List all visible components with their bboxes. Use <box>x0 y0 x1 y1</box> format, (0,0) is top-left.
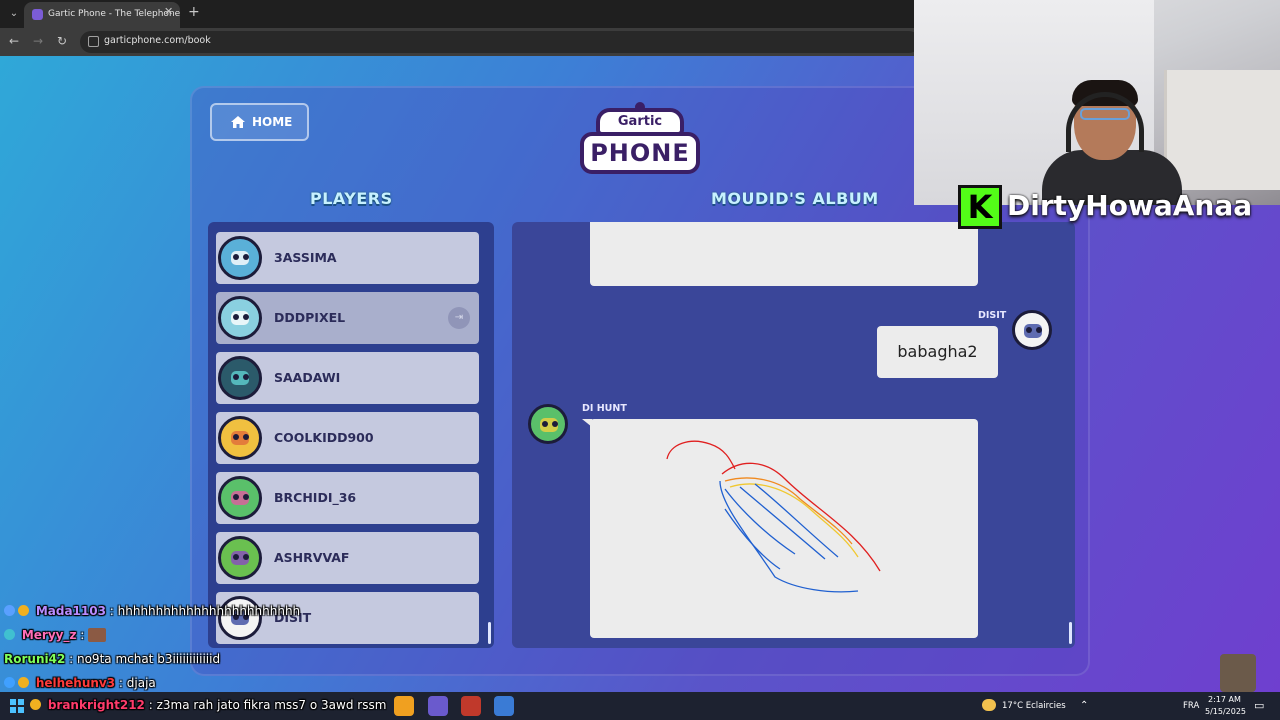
back-icon[interactable]: ← <box>6 34 22 48</box>
chat-text: : hhhhhhhhhhhhhhhhhhhhhhhh <box>105 604 301 618</box>
tray-chevron-icon[interactable]: ⌃ <box>1080 700 1088 711</box>
site-info-icon[interactable] <box>88 36 99 47</box>
guess-bubble: babagha2 <box>877 326 998 378</box>
chat-text: : <box>76 628 89 642</box>
chat-username: Roruni42 <box>4 652 66 666</box>
browser-tab[interactable]: Gartic Phone - The Telephone G <box>24 2 180 28</box>
player-name: BRCHIDI_36 <box>274 490 357 505</box>
gartic-phone-logo: Gartic PHONE <box>578 102 702 178</box>
player-avatar <box>218 356 262 400</box>
player-row: DISIT <box>216 592 479 644</box>
drawing-card <box>590 419 978 638</box>
player-row: BRCHIDI_36 <box>216 472 479 524</box>
calculator-taskbar-icon[interactable] <box>494 696 514 716</box>
kick-player-icon[interactable]: ⇥ <box>448 307 470 329</box>
tab-title: Gartic Phone - The Telephone G <box>48 9 180 19</box>
player-name: ASHRVVAF <box>274 550 350 565</box>
player-avatar <box>218 476 262 520</box>
chat-username: helhehunv3 <box>35 676 116 690</box>
home-label: HOME <box>252 115 293 129</box>
kick-logo-icon: K <box>958 185 1002 229</box>
channel-name: DirtyHowaAnaa <box>1007 189 1253 222</box>
player-name: SAADAWI <box>274 370 341 385</box>
chat-text: : djaja <box>115 676 156 690</box>
player-avatar <box>218 236 262 280</box>
home-icon <box>231 116 245 128</box>
chat-message: Mada1103 : hhhhhhhhhhhhhhhhhhhhhhhh <box>4 604 300 618</box>
weather-icon[interactable] <box>982 699 996 711</box>
chat-message: Roruni42 : no9ta mchat b3iiiiiiiiiiiid <box>4 652 220 666</box>
chat-username: brankright212 <box>47 698 145 712</box>
obs-taskbar-icon[interactable] <box>461 696 481 716</box>
player-row: COOLKIDD900 <box>216 412 479 464</box>
webcam-overlay <box>914 0 1280 205</box>
chat-message: brankright212 : z3ma rah jato fikra mss7… <box>30 698 386 712</box>
album-view: DISIT babagha2 DI HUNT <box>512 222 1075 648</box>
drawing-author-label: DI HUNT <box>582 403 627 414</box>
album-title: MOUDID'S ALBUM <box>711 189 879 208</box>
hand-drawing <box>666 440 881 593</box>
weather-text[interactable]: 17°C Eclaircies <box>1002 701 1066 711</box>
home-button[interactable]: HOME <box>210 103 309 141</box>
discord-taskbar-icon[interactable] <box>428 696 448 716</box>
players-list: 3ASSIMA DDDPIXEL ⇥ SAADAWI COOLKIDD900 B… <box>208 222 494 648</box>
tab-close-icon[interactable]: ✕ <box>164 5 173 18</box>
gartic-favicon-icon <box>32 9 43 20</box>
chat-username: Mada1103 <box>35 604 106 618</box>
reload-icon[interactable]: ↻ <box>54 34 70 48</box>
logo-main-text: PHONE <box>580 132 700 174</box>
chat-message: helhehunv3 : djaja <box>4 676 156 690</box>
player-row: DDDPIXEL ⇥ <box>216 292 479 344</box>
url-text: garticphone.com/book <box>104 35 211 46</box>
player-avatar <box>218 596 262 640</box>
address-bar[interactable]: garticphone.com/book <box>80 31 920 53</box>
album-scrollbar[interactable] <box>1069 622 1072 644</box>
chat-username: Meryy_z <box>21 628 77 642</box>
drawing-author-avatar <box>528 404 568 444</box>
windows-taskbar: brankright212 : z3ma rah jato fikra mss7… <box>0 692 1280 720</box>
guess-author-avatar <box>1012 310 1052 350</box>
chat-text: : z3ma rah jato fikra mss7 o 3awd rssm <box>144 698 387 712</box>
new-tab-icon[interactable]: + <box>188 4 200 20</box>
chat-message: Meryy_z : <box>4 628 107 642</box>
language-indicator[interactable]: FRA <box>1183 701 1199 711</box>
clock-time[interactable]: 2:17 AM <box>1208 695 1241 704</box>
players-scrollbar[interactable] <box>488 622 491 644</box>
chrome-taskbar-icon[interactable] <box>394 696 414 716</box>
player-name: 3ASSIMA <box>274 250 337 265</box>
chat-emote-icon <box>88 628 107 642</box>
screen: ⌄ Gartic Phone - The Telephone G ✕ + ← →… <box>0 0 1280 720</box>
notifications-icon[interactable]: ▭ <box>1254 699 1264 712</box>
chat-text: : no9ta mchat b3iiiiiiiiiiiid <box>65 652 221 666</box>
player-row: 3ASSIMA <box>216 232 479 284</box>
player-avatar <box>218 416 262 460</box>
player-name: COOLKIDD900 <box>274 430 374 445</box>
player-row: SAADAWI <box>216 352 479 404</box>
tab-search-icon[interactable]: ⌄ <box>6 6 22 22</box>
clock-date[interactable]: 5/15/2025 <box>1205 707 1246 716</box>
players-title: PLAYERS <box>310 189 393 208</box>
forward-icon[interactable]: → <box>30 34 46 48</box>
player-name: DDDPIXEL <box>274 310 346 325</box>
previous-card <box>590 222 978 286</box>
streamer-emote-thumbnail <box>1220 654 1256 692</box>
player-row: ASHRVVAF <box>216 532 479 584</box>
player-avatar <box>218 296 262 340</box>
player-avatar <box>218 536 262 580</box>
windows-start-icon[interactable] <box>10 699 24 713</box>
guess-author-label: DISIT <box>978 310 1007 321</box>
